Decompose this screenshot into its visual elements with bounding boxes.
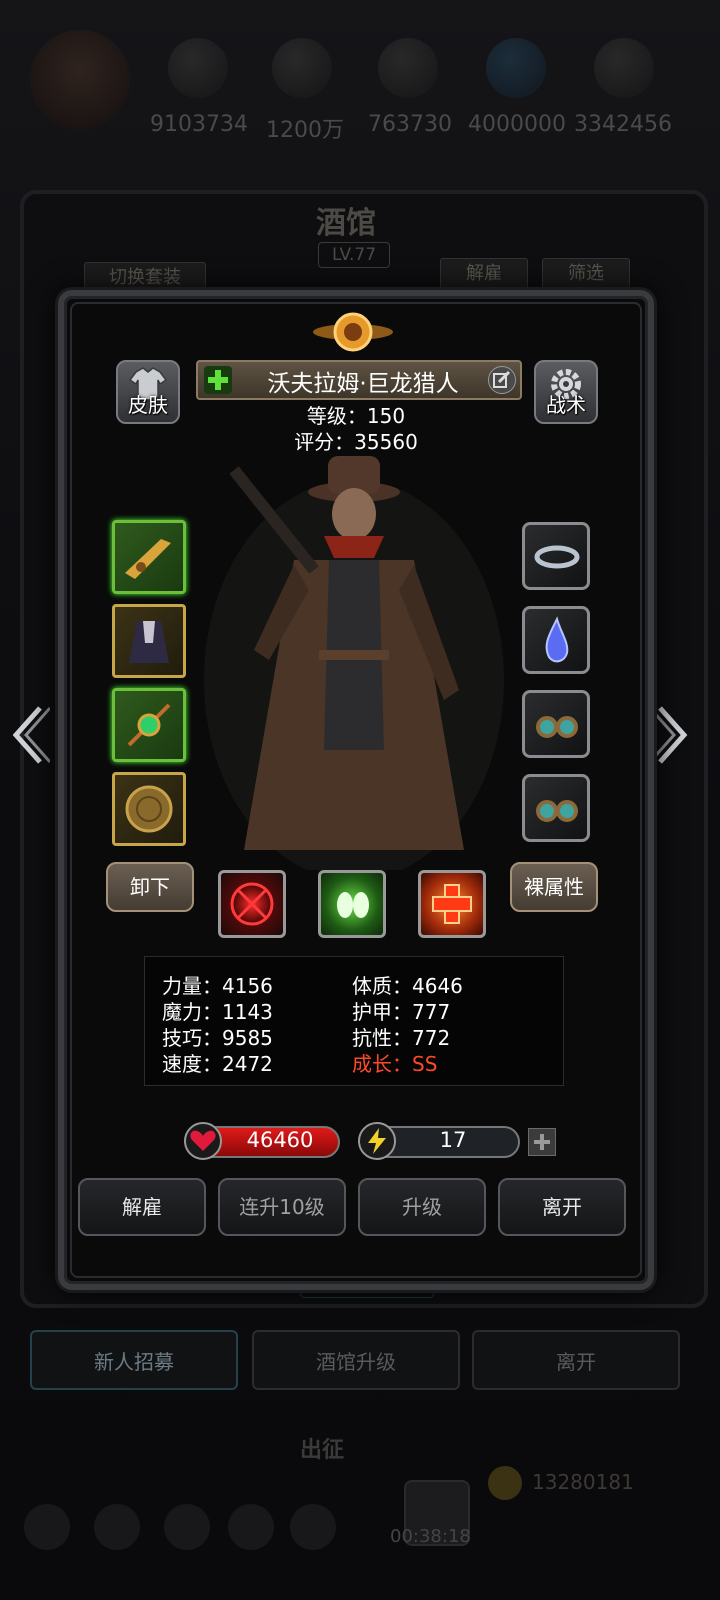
tab-leave[interactable]: 离开	[472, 1330, 680, 1390]
resource-value: 3342456	[574, 112, 672, 137]
silver-ring-icon	[534, 545, 580, 569]
tavern-level-badge: LV.77	[318, 242, 390, 268]
blue-crystal-icon	[545, 616, 569, 663]
gold-count: 13280181	[532, 1470, 634, 1494]
attr-armor: 护甲：777	[352, 1000, 451, 1024]
next-hero-arrow-icon[interactable]	[648, 700, 690, 770]
hero-level: 等级：150	[306, 404, 406, 428]
menu-icon-5[interactable]	[290, 1504, 336, 1550]
coat-armor-icon	[129, 621, 169, 663]
attr-skill: 技巧：9585	[162, 1026, 273, 1050]
target-skill-icon[interactable]	[218, 870, 286, 938]
hp-value: 46460	[246, 1128, 314, 1152]
hero-name-bar: 沃夫拉姆·巨龙猎人	[196, 360, 522, 400]
tab-new-recruit[interactable]: 新人招募	[30, 1330, 238, 1390]
shield-slot[interactable]	[112, 772, 186, 846]
coin-icon	[168, 38, 228, 98]
gold-icon	[488, 1466, 522, 1500]
level-up-10-button[interactable]: 连升10级	[218, 1178, 346, 1236]
hero-portrait	[194, 450, 514, 880]
menu-icon-2[interactable]	[94, 1504, 140, 1550]
resource-value: 763730	[368, 112, 452, 137]
add-plus-icon[interactable]	[204, 366, 232, 394]
attr-constitution: 体质：4646	[352, 974, 463, 998]
energy-value: 17	[439, 1128, 467, 1152]
gem-slot[interactable]	[522, 606, 590, 674]
wood-icon	[272, 38, 332, 98]
trinket-slot-1[interactable]	[522, 690, 590, 758]
avatar[interactable]	[30, 30, 130, 130]
add-energy-plus-icon[interactable]	[528, 1128, 556, 1156]
level-up-button[interactable]: 升级	[358, 1178, 486, 1236]
attr-strength: 力量：4156	[162, 974, 273, 998]
attr-speed: 速度：2472	[162, 1052, 273, 1076]
bronze-shield-icon	[125, 785, 173, 833]
resource-value: 1200万	[266, 118, 344, 143]
prev-hero-arrow-icon[interactable]	[10, 700, 52, 770]
lightning-icon	[358, 1122, 396, 1160]
tab-tavern-upgrade[interactable]: 酒馆升级	[252, 1330, 460, 1390]
attr-growth: 成长：SS	[352, 1052, 438, 1076]
poison-skill-icon[interactable]	[318, 870, 386, 938]
leave-button[interactable]: 离开	[498, 1178, 626, 1236]
attr-magic: 魔力：1143	[162, 1000, 273, 1024]
filter-button[interactable]: 筛选	[542, 258, 630, 290]
rename-edit-icon[interactable]	[488, 366, 516, 394]
emerald-brooch-icon	[127, 703, 171, 747]
weapon-slot[interactable]	[112, 520, 186, 594]
ring-slot[interactable]	[522, 522, 590, 590]
unequip-button[interactable]: 卸下	[106, 862, 194, 912]
sun-emblem-icon	[313, 302, 393, 362]
goggles-icon	[536, 800, 578, 822]
resource-value: 9103734	[150, 112, 248, 137]
trinket-slot-2[interactable]	[522, 774, 590, 842]
attr-resistance: 抗性：772	[352, 1026, 451, 1050]
menu-icon-4[interactable]	[228, 1504, 274, 1550]
tavern-title: 酒馆	[316, 206, 376, 241]
resource-value: 4000000	[468, 112, 566, 137]
heal-skill-icon[interactable]	[418, 870, 486, 938]
hero-detail-dialog: 皮肤 战术 沃夫拉姆·巨龙猎人 等级：150 评分：35560 卸下 裸属性 力…	[58, 290, 654, 1290]
crystal-icon	[486, 38, 546, 98]
dismiss-button[interactable]: 解雇	[78, 1178, 206, 1236]
goggles-icon	[536, 716, 578, 738]
hero-name: 沃夫拉姆·巨龙猎人	[267, 371, 459, 397]
heart-icon	[184, 1122, 222, 1160]
accessory-slot[interactable]	[112, 688, 186, 762]
armor-slot[interactable]	[112, 604, 186, 678]
bottom-timer: 00:38:18	[390, 1526, 471, 1547]
iron-icon	[378, 38, 438, 98]
menu-icon-3[interactable]	[164, 1504, 210, 1550]
bg-dismiss-button[interactable]: 解雇	[440, 258, 528, 290]
stone-icon	[594, 38, 654, 98]
expedition-label: 出征	[300, 1438, 345, 1463]
menu-icon-1[interactable]	[24, 1504, 70, 1550]
naked-attributes-button[interactable]: 裸属性	[510, 862, 598, 912]
golden-rifle-icon	[125, 539, 171, 579]
